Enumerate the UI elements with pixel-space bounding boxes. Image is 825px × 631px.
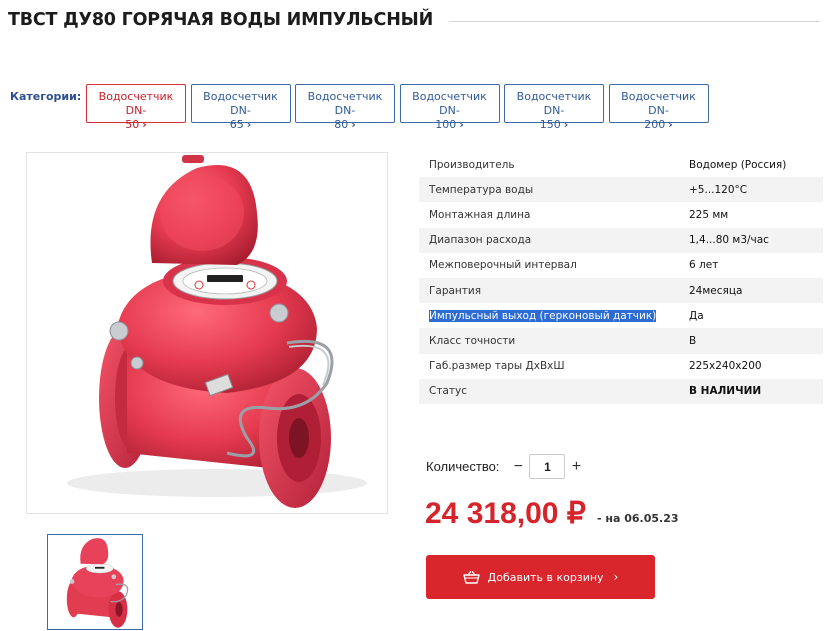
spec-key: Температура воды xyxy=(419,177,689,203)
category-label-line1: Водосчетчик DN- xyxy=(307,90,383,117)
chevron-right-icon: › xyxy=(246,118,252,131)
page-title: ТВСТ ДУ80 ГОРЯЧАЯ ВОДЫ ИМПУЛЬСНЫЙ xyxy=(8,10,434,30)
spec-value: Водомер (Россия) xyxy=(689,158,787,171)
product-price: 24 318,00 ₽ xyxy=(425,497,586,530)
product-main-image[interactable] xyxy=(26,152,388,514)
category-label-line2: 80 › xyxy=(334,118,356,131)
quantity-input[interactable] xyxy=(529,454,566,479)
spec-value: 225 мм xyxy=(689,208,729,221)
spec-key: Производитель xyxy=(429,158,515,171)
chevron-right-icon: › xyxy=(563,118,569,131)
spec-value: 6 лет xyxy=(689,259,719,272)
spec-value: 24месяца xyxy=(689,277,823,304)
category-label-line2: 100 › xyxy=(435,118,464,131)
spec-key: Гарантия xyxy=(419,277,689,304)
water-meter-thumbnail-illustration xyxy=(66,538,129,628)
specifications-table: Производитель Водомер (Россия) Температур… xyxy=(419,152,823,404)
spec-row: Диапазон расхода 1,4...80 м3/час xyxy=(419,227,823,253)
spec-row: Габ.размер тары ДхВхШ 225x240x200 xyxy=(419,354,823,379)
quantity-control: Количество: − + xyxy=(426,454,583,479)
category-dn150-button[interactable]: Водосчетчик DN- 150 › xyxy=(504,84,604,131)
spec-value: 1,4...80 м3/час xyxy=(689,227,823,253)
spec-row: Температура воды +5...120°C xyxy=(419,177,823,203)
chevron-right-icon: › xyxy=(351,118,356,131)
price-date-note: - на 06.05.23 xyxy=(597,512,679,525)
add-to-cart-label: Добавить в корзину xyxy=(487,570,604,584)
spec-row: Монтажная длина 225 мм xyxy=(419,202,823,227)
category-dn80-button[interactable]: Водосчетчик DN- 80 › xyxy=(295,84,395,131)
product-thumbnail[interactable] xyxy=(47,534,143,630)
spec-row: Класс точности В xyxy=(419,328,823,354)
category-dn65-button[interactable]: Водосчетчик DN- 65 › xyxy=(190,84,291,131)
spec-key: Межповерочный интервал xyxy=(429,259,577,272)
spec-key: Класс точности xyxy=(419,328,689,354)
category-label-line1: Водосчетчик DN- xyxy=(621,90,696,117)
water-meter-illustration xyxy=(67,155,367,508)
chevron-right-icon: › xyxy=(459,118,464,131)
category-label-line1: Водосчетчик DN- xyxy=(203,90,278,117)
chevron-right-icon: › xyxy=(668,118,673,131)
title-row: ТВСТ ДУ80 ГОРЯЧАЯ ВОДЫ ИМПУЛЬСНЫЙ xyxy=(8,8,820,32)
spec-key: Монтажная длина xyxy=(429,208,531,221)
category-dn100-button[interactable]: Водосчетчик DN- 100 › xyxy=(399,84,500,131)
category-label-line2: 150 › xyxy=(539,118,569,131)
spec-value: Да xyxy=(689,309,704,322)
spec-key: Импульсный выход (герконовый датчик) xyxy=(419,303,689,328)
quantity-decrease-button[interactable]: − xyxy=(511,458,525,475)
spec-value: В НАЛИЧИИ xyxy=(689,378,823,404)
spec-value: +5...120°C xyxy=(689,177,823,203)
basket-icon xyxy=(462,570,480,584)
spec-key: Диапазон расхода xyxy=(419,227,689,253)
spec-value: В xyxy=(689,328,823,354)
spec-key: Габ.размер тары ДхВхШ xyxy=(429,360,565,373)
add-to-cart-button[interactable]: Добавить в корзину › xyxy=(426,555,655,599)
category-list: Водосчетчик DN- 50 › Водосчетчик DN- 65 › … xyxy=(86,84,713,131)
category-dn50-button[interactable]: Водосчетчик DN- 50 › xyxy=(86,84,186,131)
title-divider xyxy=(449,20,820,22)
spec-row: Межповерочный интервал 6 лет xyxy=(419,253,823,278)
spec-row: Производитель Водомер (Россия) xyxy=(419,152,823,177)
category-dn200-button[interactable]: Водосчетчик DN- 200 › xyxy=(608,84,709,131)
chevron-right-icon: › xyxy=(613,570,619,584)
spec-row: Импульсный выход (герконовый датчик) Да xyxy=(419,303,823,328)
spec-key: Статус xyxy=(419,378,689,404)
category-label-line1: Водосчетчик DN- xyxy=(516,90,592,117)
quantity-label: Количество: xyxy=(426,459,500,474)
chevron-right-icon: › xyxy=(142,118,147,131)
spec-row: Гарантия 24месяца xyxy=(419,277,823,304)
category-label-line2: 200 › xyxy=(644,118,673,131)
spec-value: 225x240x200 xyxy=(689,360,762,373)
category-label-line2: 50 › xyxy=(125,118,147,131)
quantity-increase-button[interactable]: + xyxy=(569,458,583,475)
spec-row: Статус В НАЛИЧИИ xyxy=(419,378,823,404)
selected-text[interactable]: Импульсный выход (герконовый датчик) xyxy=(429,309,657,322)
category-label-line1: Водосчетчик DN- xyxy=(98,90,174,117)
categories-label: Категории: xyxy=(10,90,82,103)
category-label-line2: 65 › xyxy=(229,118,252,131)
category-label-line1: Водосчетчик DN- xyxy=(412,90,487,117)
